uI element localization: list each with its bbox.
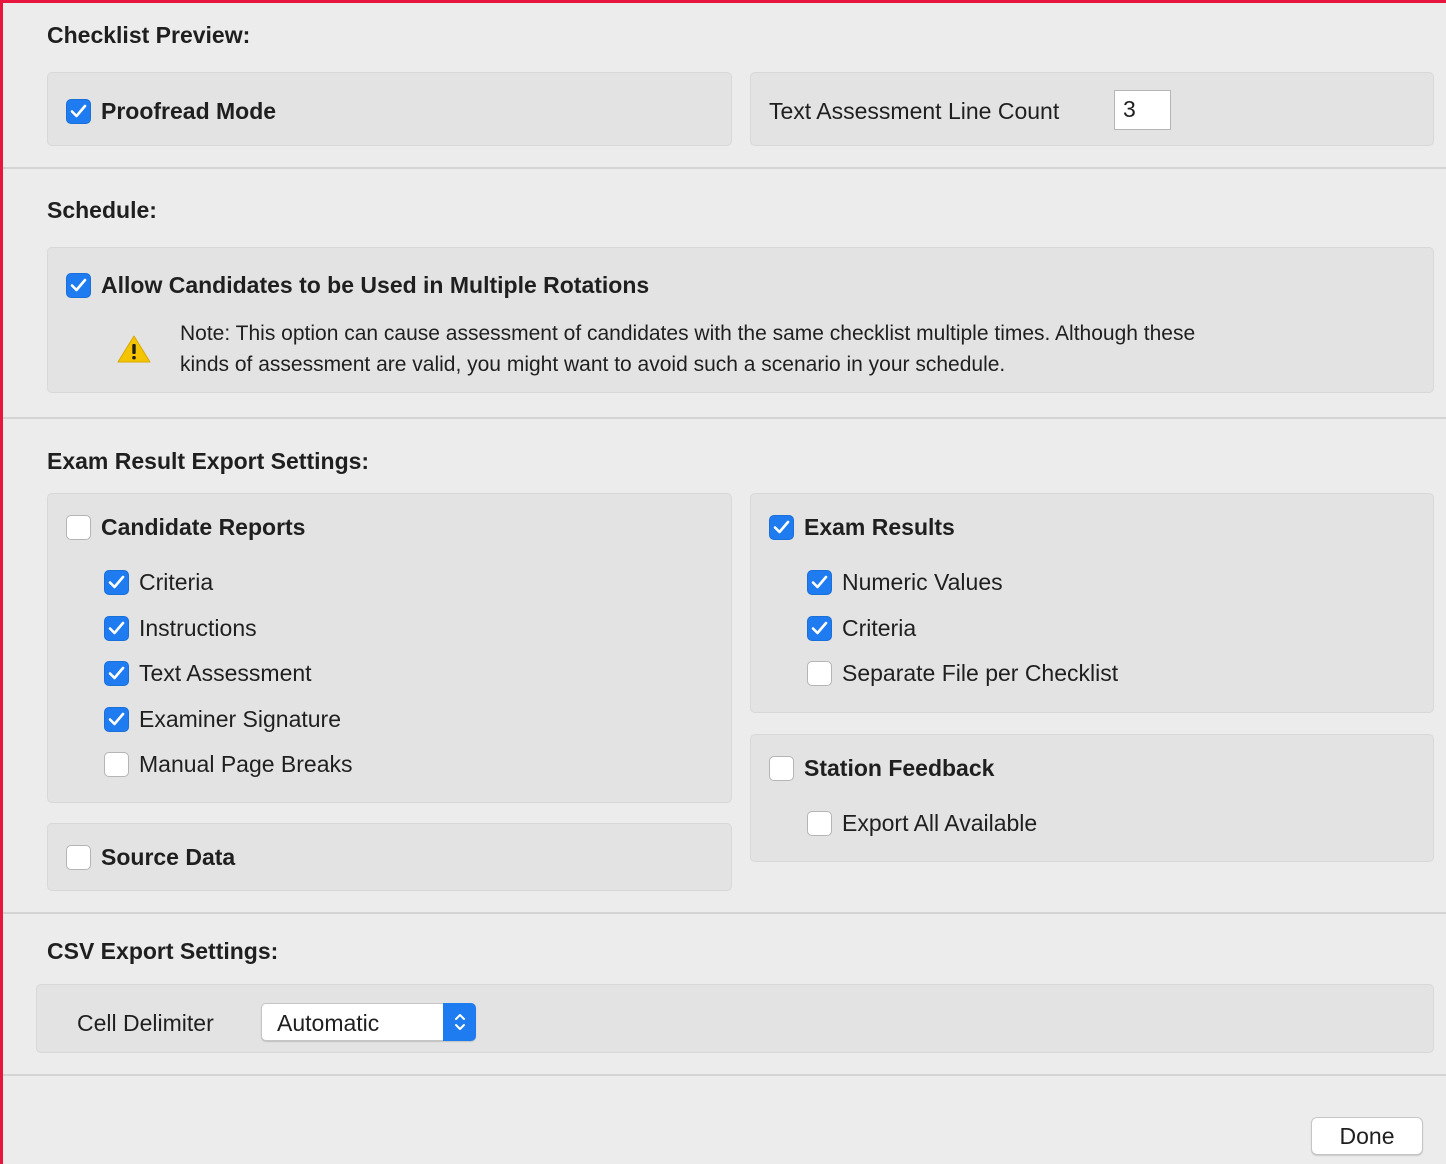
candidate-instructions-label: Instructions: [139, 614, 257, 641]
separate-file-checkbox[interactable]: Separate File per Checklist: [807, 658, 1118, 688]
checkbox-box: [66, 844, 91, 870]
checkbox-box: [66, 514, 91, 540]
numeric-values-checkbox[interactable]: Numeric Values: [807, 567, 1003, 597]
cell-delimiter-value: Automatic: [277, 1010, 380, 1036]
multiple-rotations-checkbox[interactable]: Allow Candidates to be Used in Multiple …: [66, 270, 649, 300]
candidate-criteria-label: Criteria: [139, 568, 214, 595]
checkbox-box: [66, 98, 91, 124]
checkbox-box: [66, 272, 91, 298]
rotation-note-line-2: kinds of assessment are valid, you might…: [180, 353, 1006, 376]
exam-results-label: Exam Results: [804, 513, 955, 540]
line-count-label: Text Assessment Line Count: [769, 98, 1060, 124]
checkbox-box: [104, 751, 129, 777]
proofread-mode-checkbox[interactable]: Proofread Mode: [66, 96, 276, 126]
checkbox-box: [769, 755, 794, 781]
candidate-reports-checkbox[interactable]: Candidate Reports: [66, 512, 305, 542]
export-heading: Exam Result Export Settings:: [47, 448, 370, 474]
checkbox-box: [807, 810, 832, 836]
cell-delimiter-label: Cell Delimiter: [77, 1010, 214, 1036]
candidate-reports-label: Candidate Reports: [101, 513, 306, 540]
station-feedback-label: Station Feedback: [804, 754, 995, 781]
checkbox-box: [807, 660, 832, 686]
separate-file-label: Separate File per Checklist: [842, 659, 1119, 686]
divider: [3, 912, 1446, 914]
checkbox-box: [769, 514, 794, 540]
divider: [3, 1074, 1446, 1076]
warning-icon: [117, 335, 151, 363]
checkbox-box: [104, 615, 129, 641]
divider: [3, 167, 1446, 169]
proofread-mode-label: Proofread Mode: [101, 97, 277, 124]
checkbox-box: [104, 569, 129, 595]
station-feedback-checkbox[interactable]: Station Feedback: [769, 753, 994, 783]
schedule-heading: Schedule:: [47, 197, 157, 223]
export-all-available-label: Export All Available: [842, 809, 1038, 836]
exam-criteria-checkbox[interactable]: Criteria: [807, 613, 916, 643]
divider: [3, 417, 1446, 419]
multiple-rotations-label: Allow Candidates to be Used in Multiple …: [101, 271, 650, 298]
checkbox-box: [807, 615, 832, 641]
numeric-values-label: Numeric Values: [842, 568, 1003, 595]
rotation-note: Note: This option can cause assessment o…: [180, 318, 1380, 380]
cell-delimiter-select[interactable]: Automatic: [261, 1003, 476, 1041]
export-all-available-checkbox[interactable]: Export All Available: [807, 808, 1037, 838]
checkbox-box: [104, 706, 129, 732]
exam-criteria-label: Criteria: [842, 614, 917, 641]
exam-results-checkbox[interactable]: Exam Results: [769, 512, 955, 542]
candidate-examiner-signature-checkbox[interactable]: Examiner Signature: [104, 704, 341, 734]
line-count-input[interactable]: 3: [1114, 90, 1171, 130]
csv-heading: CSV Export Settings:: [47, 938, 279, 964]
rotation-note-line-1: Note: This option can cause assessment o…: [180, 322, 1196, 345]
checklist-preview-heading: Checklist Preview:: [47, 22, 251, 48]
preferences-window: Checklist Preview: Proofread Mode Text A…: [0, 0, 1446, 1164]
candidate-manual-page-breaks-label: Manual Page Breaks: [139, 750, 353, 777]
checkbox-box: [104, 660, 129, 686]
candidate-criteria-checkbox[interactable]: Criteria: [104, 567, 213, 597]
csv-panel: [36, 984, 1434, 1053]
done-button[interactable]: Done: [1311, 1117, 1423, 1155]
candidate-instructions-checkbox[interactable]: Instructions: [104, 613, 257, 643]
source-data-checkbox[interactable]: Source Data: [66, 842, 235, 872]
candidate-text-assessment-checkbox[interactable]: Text Assessment: [104, 658, 312, 688]
candidate-manual-page-breaks-checkbox[interactable]: Manual Page Breaks: [104, 749, 353, 779]
checkbox-box: [807, 569, 832, 595]
candidate-examiner-signature-label: Examiner Signature: [139, 705, 341, 732]
source-data-label: Source Data: [101, 843, 236, 870]
stepper-arrows-icon: [443, 1003, 476, 1041]
candidate-text-assessment-label: Text Assessment: [139, 659, 312, 686]
